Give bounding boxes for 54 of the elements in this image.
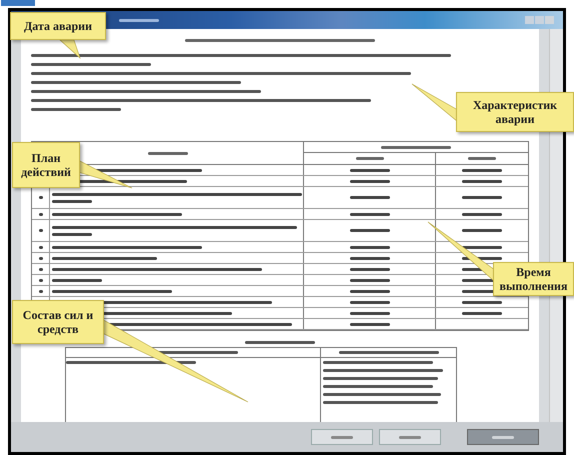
illegible-text [350, 229, 390, 232]
illegible-text [462, 168, 502, 172]
dialog-button[interactable] [311, 429, 373, 445]
illegible-text [350, 290, 390, 292]
illegible-text [38, 268, 42, 270]
illegible-text [350, 300, 390, 304]
callout-label: Характеристик аварии [456, 92, 574, 132]
illegible-text [462, 312, 502, 314]
illegible-text [148, 152, 188, 154]
illegible-text [462, 229, 502, 232]
callout-label: Время выполнения [493, 262, 574, 296]
illegible-text [468, 157, 496, 160]
callout-label: План действий [12, 142, 80, 188]
illegible-text [52, 278, 102, 282]
illegible-text [350, 168, 390, 172]
illegible-text [38, 246, 42, 248]
illegible-text [38, 196, 42, 199]
illegible-text [245, 341, 315, 344]
illegible-text [462, 196, 502, 199]
illegible-text [462, 300, 502, 304]
illegible-text [350, 180, 390, 182]
leader-line [78, 160, 132, 188]
logo-mark [1, 0, 35, 6]
illegible-text [38, 229, 42, 232]
illegible-text [38, 290, 42, 292]
callout-label: Состав сил и средств [12, 300, 104, 344]
dialog-button[interactable] [379, 429, 441, 445]
illegible-text [38, 212, 42, 216]
leader-line [428, 222, 496, 283]
illegible-text [331, 436, 353, 438]
illegible-text [462, 212, 502, 216]
illegible-text [350, 256, 390, 260]
illegible-text [350, 246, 390, 248]
dialog-button[interactable] [467, 429, 539, 445]
illegible-text [350, 268, 390, 270]
leader-line [412, 84, 458, 123]
illegible-text [350, 196, 390, 199]
illegible-text [38, 278, 42, 282]
illegible-text [381, 146, 451, 148]
illegible-text [52, 200, 92, 202]
illegible-text [52, 232, 92, 236]
illegible-text [119, 18, 159, 22]
window-controls-icon[interactable] [525, 15, 555, 25]
callout-label: Дата аварии [10, 12, 106, 40]
illegible-text [492, 436, 514, 438]
illegible-text [462, 180, 502, 182]
illegible-text [350, 312, 390, 314]
illegible-text [38, 256, 42, 260]
illegible-text [399, 436, 421, 438]
illegible-text [350, 322, 390, 326]
illegible-text [462, 246, 502, 248]
illegible-text [350, 212, 390, 216]
illegible-text [350, 278, 390, 282]
illegible-text [356, 157, 384, 160]
